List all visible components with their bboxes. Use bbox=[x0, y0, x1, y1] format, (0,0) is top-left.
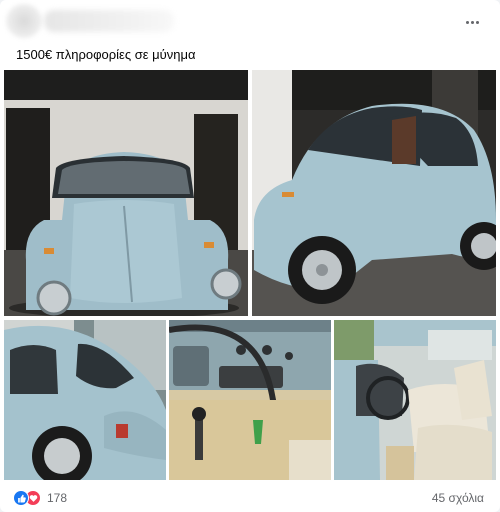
post-caption: 1500€ πληροφορίες σε μύνημα bbox=[16, 47, 196, 62]
more-horizontal-icon bbox=[465, 20, 469, 24]
feed-post: 1500€ πληροφορίες σε μύνημα 178 45 σχόλι… bbox=[0, 0, 500, 512]
photo-side-garage[interactable] bbox=[252, 70, 496, 316]
post-footer: 178 45 σχόλια bbox=[0, 484, 500, 512]
photo-gallery bbox=[0, 68, 500, 484]
photo-interior-seats[interactable] bbox=[334, 320, 496, 480]
avatar[interactable] bbox=[6, 4, 42, 38]
comments-count-link[interactable]: 45 σχόλια bbox=[432, 491, 484, 505]
photo-rear-closeup[interactable] bbox=[4, 320, 166, 480]
photo-dashboard[interactable] bbox=[169, 320, 331, 480]
photo-front-garage[interactable] bbox=[4, 70, 248, 316]
like-icon bbox=[13, 490, 29, 506]
more-options-button[interactable] bbox=[460, 12, 484, 32]
reaction-count: 178 bbox=[47, 491, 68, 505]
author-name[interactable] bbox=[44, 10, 174, 32]
reactions-summary[interactable]: 178 bbox=[13, 490, 67, 506]
post-header bbox=[0, 0, 500, 44]
